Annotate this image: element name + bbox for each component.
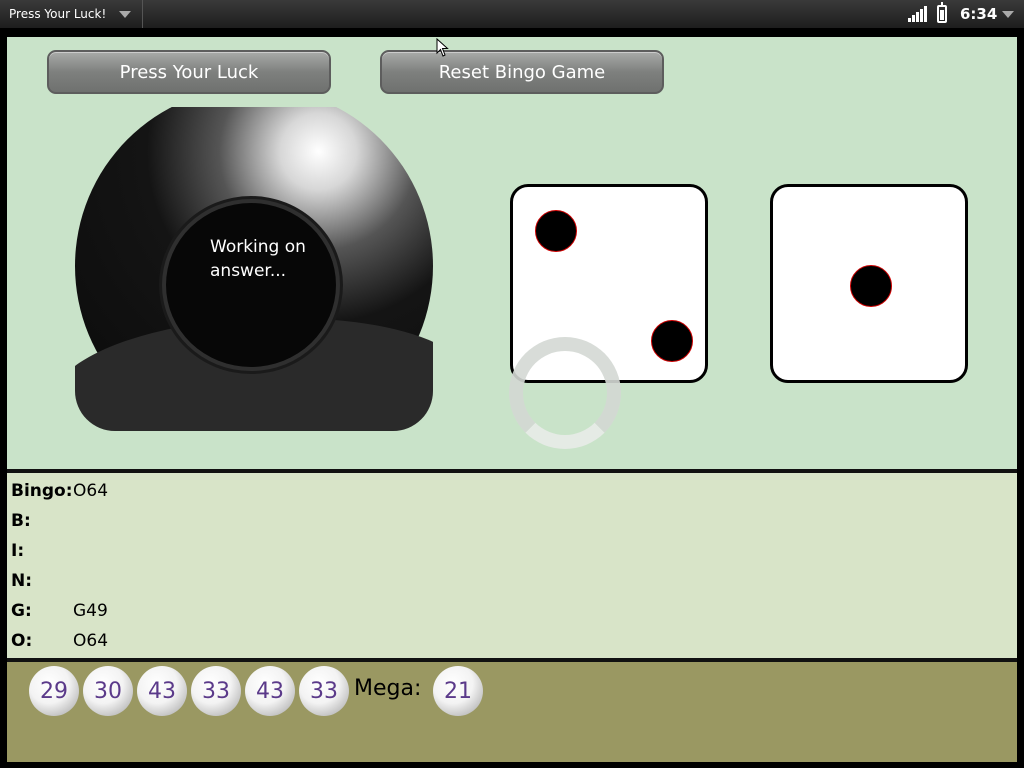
game-area: Press Your Luck Reset Bingo Game Working…: [7, 37, 1017, 469]
bingo-value: G49: [73, 601, 108, 621]
die-pip: [535, 210, 577, 252]
bingo-row-g: G: G49: [11, 601, 108, 625]
app-menu[interactable]: Press Your Luck!: [0, 0, 143, 28]
lottery-ball: 43: [245, 666, 295, 716]
bingo-label: I:: [11, 541, 25, 561]
eight-ball-window: [162, 199, 340, 371]
bingo-label: B:: [11, 511, 31, 531]
lottery-ball: 33: [191, 666, 241, 716]
mega-label: Mega:: [354, 676, 422, 701]
lottery-ball: 29: [29, 666, 79, 716]
status-bar: Press Your Luck! 6:34: [0, 0, 1024, 28]
bingo-row-o: O: O64: [11, 631, 108, 655]
reset-bingo-button[interactable]: Reset Bingo Game: [380, 50, 664, 94]
press-your-luck-button[interactable]: Press Your Luck: [47, 50, 331, 94]
bingo-row-i: I:: [11, 541, 24, 565]
bingo-label: G:: [11, 601, 32, 621]
battery-icon: [937, 2, 947, 23]
bingo-value: O64: [73, 631, 109, 651]
lottery-ball: 30: [83, 666, 133, 716]
die-pip: [651, 320, 693, 362]
eight-ball-answer: Working on answer...: [210, 237, 306, 281]
bingo-value: O64: [73, 481, 109, 501]
lottery-ball: 33: [299, 666, 349, 716]
chevron-down-icon: [119, 11, 131, 18]
lottery-ball: 43: [137, 666, 187, 716]
clock: 6:34: [960, 5, 998, 23]
bingo-panel: Bingo: O64 B: I: N: G: G49 O: O64: [7, 473, 1017, 658]
bingo-row-current: Bingo: O64: [11, 481, 108, 505]
bingo-label: O:: [11, 631, 33, 651]
system-menu-chevron-icon[interactable]: [1002, 11, 1014, 18]
bingo-row-b: B:: [11, 511, 31, 535]
loading-spinner-icon: [509, 337, 621, 449]
signal-strength-icon: [908, 6, 928, 22]
lottery-panel: 29 30 43 33 43 33 Mega: 21: [7, 662, 1017, 762]
mega-ball: 21: [433, 666, 483, 716]
bingo-label: Bingo:: [11, 481, 73, 501]
bingo-row-n: N:: [11, 571, 32, 595]
app-title: Press Your Luck!: [9, 7, 107, 21]
die-pip: [850, 265, 892, 307]
die-2: [770, 184, 968, 383]
bingo-label: N:: [11, 571, 33, 591]
mouse-cursor-icon: [436, 38, 449, 57]
magic-eight-ball: Working on answer...: [75, 107, 433, 431]
